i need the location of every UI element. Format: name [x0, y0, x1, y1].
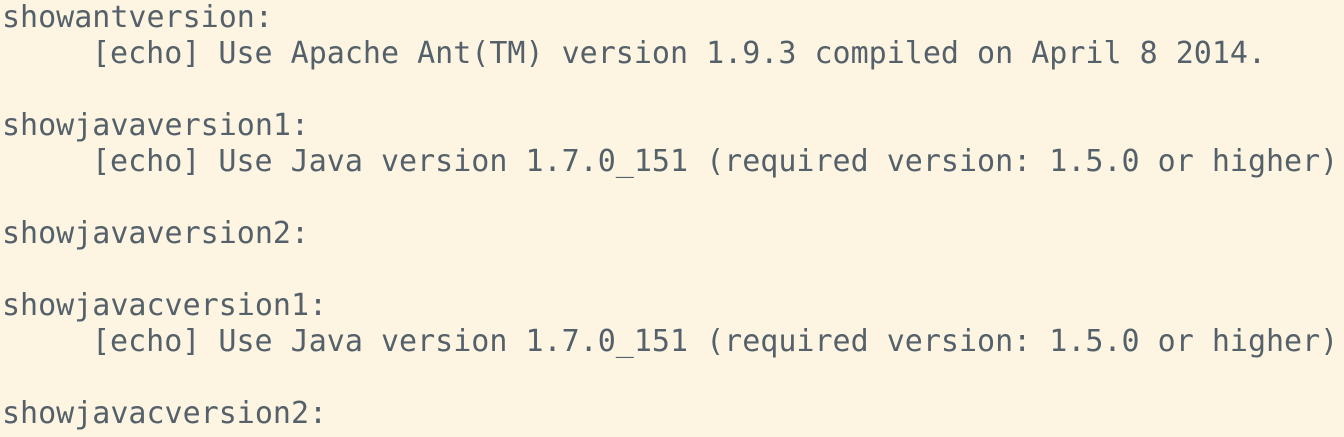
target-heading-showjavaversion2: showjavaversion2:	[2, 216, 310, 251]
target-heading-showjavacversion2: showjavacversion2:	[2, 396, 328, 431]
terminal-output: showantversion: [echo] Use Apache Ant(TM…	[0, 0, 1344, 437]
echo-message-java-version: [echo] Use Java version 1.7.0_151 (requi…	[92, 144, 1344, 179]
echo-message-ant-version: [echo] Use Apache Ant(TM) version 1.9.3 …	[92, 36, 1266, 71]
target-heading-showjavaversion1: showjavaversion1:	[2, 108, 310, 143]
target-heading-showantversion: showantversion:	[2, 0, 273, 35]
echo-message-javac-version: [echo] Use Java version 1.7.0_151 (requi…	[92, 324, 1344, 359]
target-heading-showjavacversion1: showjavacversion1:	[2, 288, 328, 323]
